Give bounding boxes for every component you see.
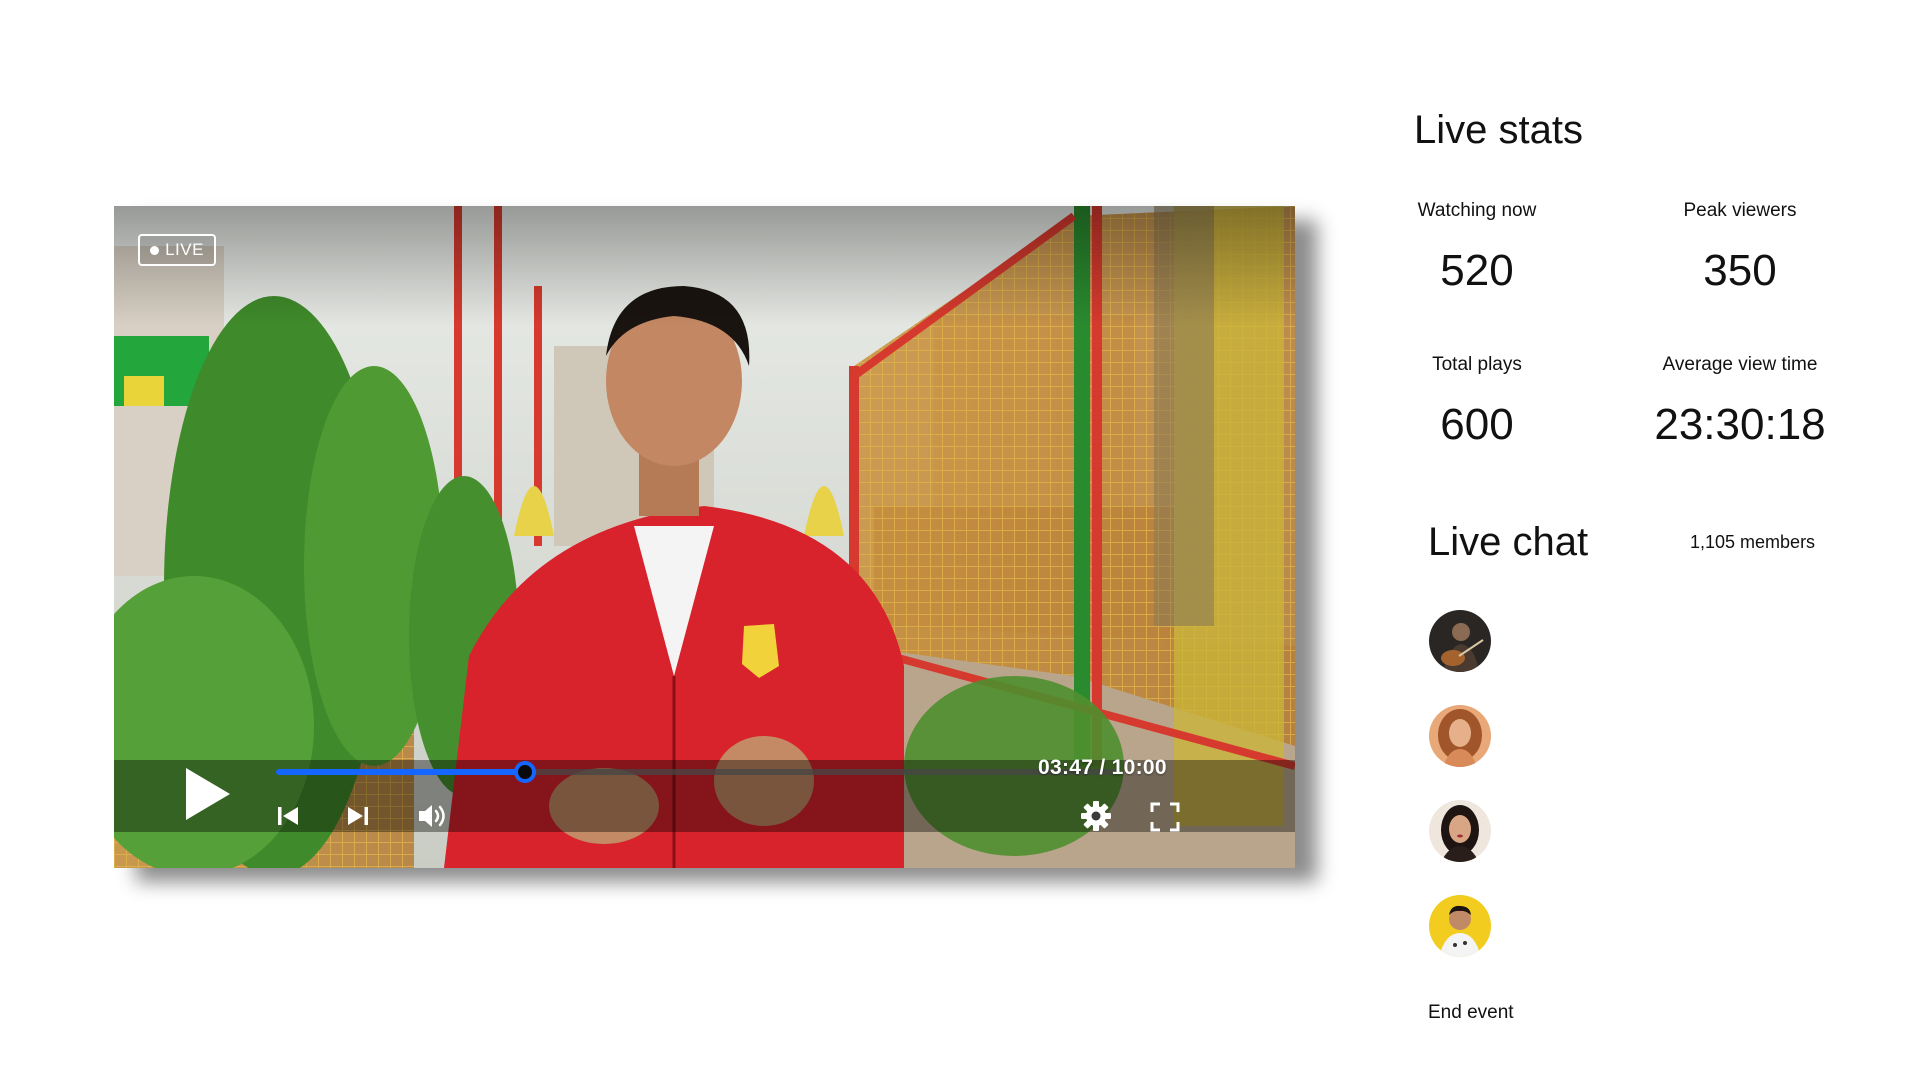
watching-now-value: 520 — [1440, 246, 1514, 295]
live-stats-title: Live stats — [1414, 108, 1583, 152]
end-event-button[interactable]: End event — [1428, 1002, 1514, 1024]
peak-viewers-value: 350 — [1703, 246, 1777, 295]
live-chat-title: Live chat — [1428, 520, 1589, 564]
live-label: LIVE — [165, 240, 204, 259]
average-view-time-value: 23:30:18 — [1654, 400, 1826, 449]
live-badge: LIVE — [138, 234, 216, 266]
avatar-man-yellow-background[interactable] — [1429, 895, 1491, 957]
live-event-page: LIVE 03:47 / 10:00 Live stats Watching n… — [0, 0, 1920, 1080]
gear-icon[interactable] — [1080, 800, 1112, 832]
progress-fill — [276, 769, 526, 775]
chat-member-count: 1,105 members — [1690, 532, 1816, 552]
volume-icon[interactable] — [417, 803, 449, 829]
average-view-time-label: Average view time — [1662, 354, 1818, 375]
fullscreen-icon[interactable] — [1150, 802, 1180, 832]
progress-thumb[interactable] — [514, 761, 537, 783]
play-icon[interactable] — [182, 766, 232, 822]
skip-previous-icon[interactable] — [276, 804, 300, 828]
video-player[interactable]: LIVE 03:47 / 10:00 — [114, 206, 1295, 868]
progress-bar[interactable] — [276, 761, 1116, 783]
watching-now-label: Watching now — [1417, 200, 1537, 221]
avatar-guitarist[interactable] — [1429, 610, 1491, 672]
avatar-woman-dark-hair[interactable] — [1429, 800, 1491, 862]
live-dot-icon — [150, 245, 160, 255]
total-plays-value: 600 — [1440, 400, 1514, 449]
avatar-woman-curly-hair[interactable] — [1429, 705, 1491, 767]
total-plays-label: Total plays — [1432, 354, 1522, 375]
skip-next-icon[interactable] — [346, 804, 370, 828]
time-readout: 03:47 / 10:00 — [1038, 756, 1167, 779]
peak-viewers-label: Peak viewers — [1683, 200, 1797, 221]
